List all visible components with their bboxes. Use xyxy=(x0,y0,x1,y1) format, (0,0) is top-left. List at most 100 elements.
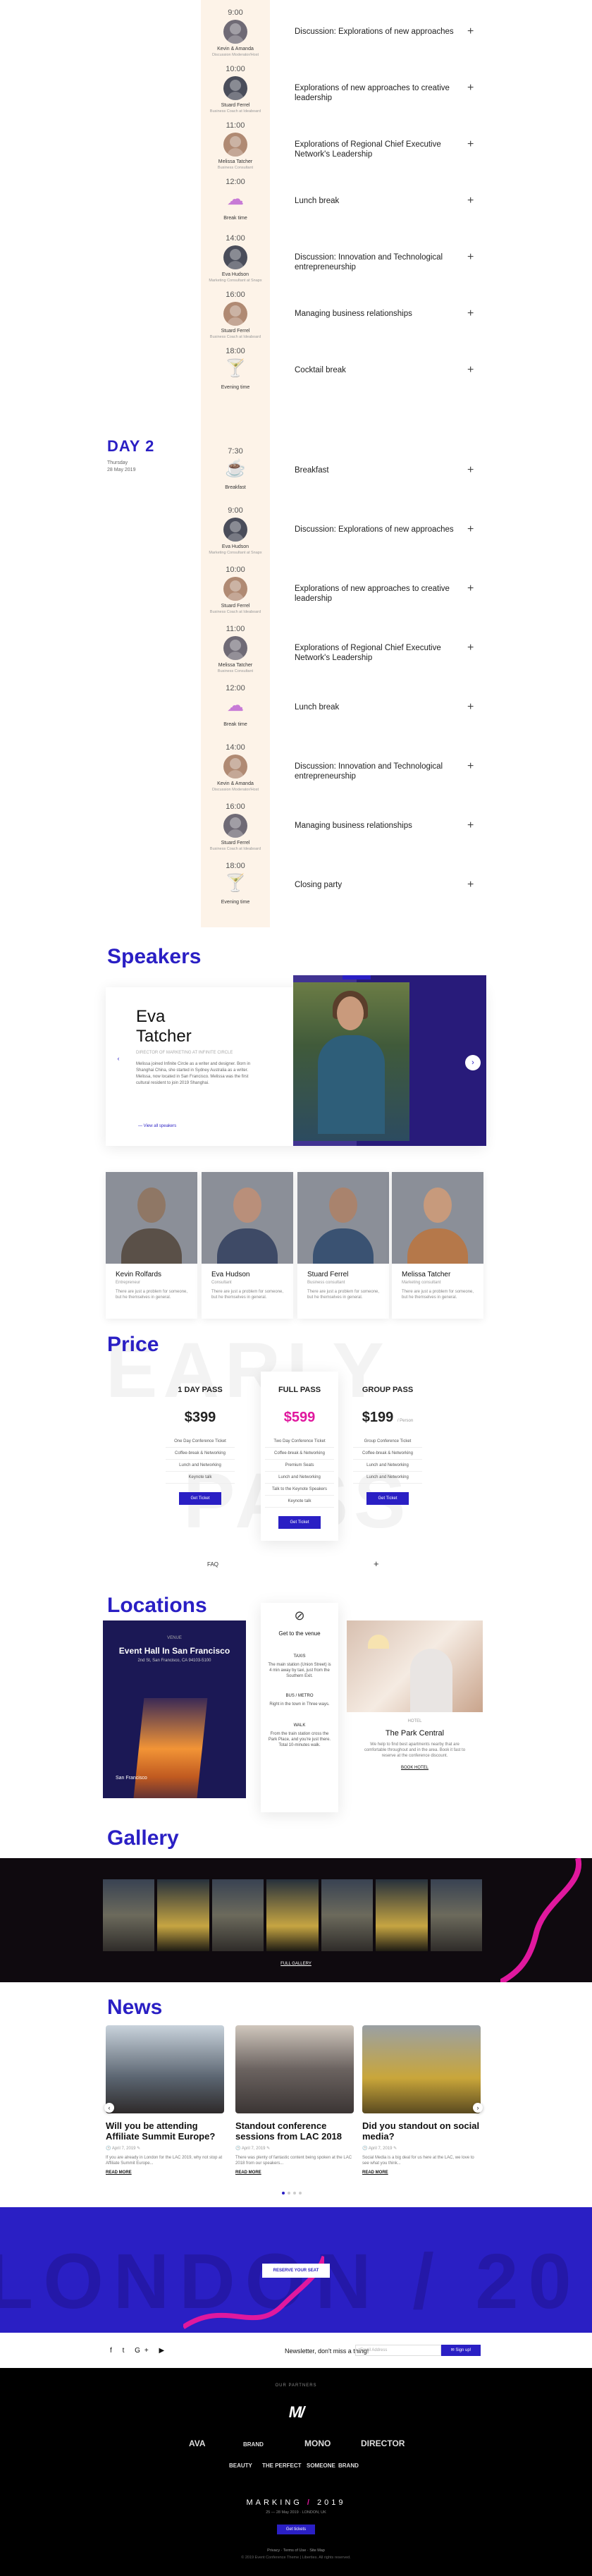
session-title[interactable]: Explorations of Regional Chief Executive… xyxy=(295,140,471,159)
gallery-strip[interactable] xyxy=(103,1879,482,1951)
news-prev-arrow-icon[interactable]: ‹ xyxy=(104,2103,114,2113)
schedule-row[interactable]: 12:00 ☁ Break time Lunch break + xyxy=(0,681,592,738)
expand-plus-icon[interactable]: + xyxy=(467,464,474,477)
schedule-row[interactable]: 16:00 Stuard Ferrel Business Coach at Idea… xyxy=(0,288,592,344)
expand-plus-icon[interactable]: + xyxy=(467,879,474,891)
news-title[interactable]: Did you standout on social media? xyxy=(362,2120,481,2142)
reserve-seat-button[interactable]: RESERVE YOUR SEAT xyxy=(262,2264,330,2278)
session-title[interactable]: Discussion: Explorations of new approach… xyxy=(295,525,471,535)
news-pagination[interactable] xyxy=(282,2192,302,2195)
news-image[interactable] xyxy=(362,2025,481,2113)
pagination-dot[interactable] xyxy=(282,2192,285,2195)
gallery-image[interactable] xyxy=(376,1879,428,1951)
session-title[interactable]: Discussion: Explorations of new approach… xyxy=(295,27,471,37)
news-card[interactable]: Will you be attending Affiliate Summit E… xyxy=(106,2025,224,2175)
gallery-image[interactable] xyxy=(430,1879,482,1951)
read-more-link[interactable]: READ MORE xyxy=(106,2171,224,2175)
session-title[interactable]: Explorations of new approaches to creati… xyxy=(295,83,471,103)
expand-plus-icon[interactable]: + xyxy=(467,138,474,151)
schedule-row[interactable]: 10:00 Stuard Ferrel Business Coach at Idea… xyxy=(0,563,592,619)
schedule-row[interactable]: 9:00 Eva Hudson Marketing Consultant at Sn… xyxy=(0,503,592,560)
gallery-image[interactable] xyxy=(266,1879,319,1951)
schedule-row[interactable]: 18:00 🍸 Evening time Cocktail break + xyxy=(0,344,592,401)
news-title[interactable]: Standout conference sessions from LAC 20… xyxy=(235,2120,354,2142)
footer-links[interactable]: Privacy · Terms of Use · Site Map xyxy=(0,2548,592,2553)
newsletter-bar: f t G+ ▶ Newsletter, don't miss a thing!… xyxy=(0,2333,592,2368)
session-title[interactable]: Cocktail break xyxy=(295,365,471,375)
session-title[interactable]: Discussion: Innovation and Technological… xyxy=(295,762,471,781)
expand-plus-icon[interactable]: + xyxy=(467,364,474,377)
expand-plus-icon[interactable]: + xyxy=(467,760,474,773)
schedule-row[interactable]: 10:00 Stuard Ferrel Business Coach at Idea… xyxy=(0,62,592,118)
faq-label[interactable]: FAQ xyxy=(207,1561,218,1568)
expand-plus-icon[interactable]: + xyxy=(467,25,474,38)
schedule-row[interactable]: 14:00 Kevin & Amanda Discussion Moderator/… xyxy=(0,740,592,797)
signup-button[interactable]: ✉ Sign up! xyxy=(441,2345,481,2356)
session-title[interactable]: Lunch break xyxy=(295,196,471,206)
schedule-row[interactable]: 16:00 Stuard Ferrel Business Coach at Idea… xyxy=(0,800,592,856)
news-card[interactable]: Did you standout on social media? 🕒 April… xyxy=(362,2025,481,2175)
schedule-row[interactable]: 14:00 Eva Hudson Marketing Consultant at S… xyxy=(0,231,592,288)
full-gallery-link[interactable]: FULL GALLERY xyxy=(0,1962,592,1966)
news-card[interactable]: Standout conference sessions from LAC 20… xyxy=(235,2025,354,2175)
expand-plus-icon[interactable]: + xyxy=(467,523,474,536)
expand-plus-icon[interactable]: + xyxy=(467,307,474,320)
expand-plus-icon[interactable]: + xyxy=(467,251,474,264)
read-more-link[interactable]: READ MORE xyxy=(362,2171,481,2175)
session-title[interactable]: Explorations of new approaches to creati… xyxy=(295,584,471,604)
google-plus-icon[interactable]: G+ xyxy=(135,2347,153,2355)
book-hotel-link[interactable]: BOOK HOTEL xyxy=(347,1766,483,1770)
session-title[interactable]: Managing business relationships xyxy=(295,309,471,319)
schedule-row[interactable]: 11:00 Melissa Tatcher Business Consultant E… xyxy=(0,118,592,175)
speaker-card[interactable]: Eva Hudson Consultant There are just a pro… xyxy=(202,1172,293,1319)
pagination-dot[interactable] xyxy=(288,2192,290,2195)
pagination-dot[interactable] xyxy=(293,2192,296,2195)
gallery-image[interactable] xyxy=(211,1879,264,1951)
session-title[interactable]: Explorations of Regional Chief Executive… xyxy=(295,643,471,663)
schedule-row[interactable]: 7:30 ☕ Breakfast Breakfast + xyxy=(0,444,592,501)
expand-plus-icon[interactable]: + xyxy=(467,195,474,207)
footer-tickets-button[interactable]: Get tickets xyxy=(277,2525,315,2534)
locations-heading: Locations xyxy=(107,1594,207,1617)
get-ticket-button[interactable]: Get Ticket xyxy=(366,1492,409,1505)
speaker-prev-arrow-icon[interactable]: ‹ xyxy=(113,1054,123,1063)
schedule-row[interactable]: 18:00 🍸 Evening time Closing party + xyxy=(0,859,592,915)
session-title[interactable]: Breakfast xyxy=(295,465,471,475)
gallery-image[interactable] xyxy=(157,1879,209,1951)
schedule-row[interactable]: 11:00 Melissa Tatcher Business Consultant E… xyxy=(0,622,592,678)
session-title[interactable]: Lunch break xyxy=(295,702,471,712)
expand-plus-icon[interactable]: + xyxy=(467,701,474,714)
read-more-link[interactable]: READ MORE xyxy=(235,2171,354,2175)
get-ticket-button[interactable]: Get Ticket xyxy=(278,1516,321,1529)
avatar xyxy=(223,755,247,779)
speaker-card[interactable]: Stuard Ferrel Business consultant There ar… xyxy=(297,1172,389,1319)
news-title[interactable]: Will you be attending Affiliate Summit E… xyxy=(106,2120,224,2142)
twitter-icon[interactable]: t xyxy=(123,2347,129,2355)
gallery-image[interactable] xyxy=(321,1879,374,1951)
schedule-row[interactable]: 9:00 Kevin & Amanda Discussion Moderator/H… xyxy=(0,6,592,62)
email-input[interactable]: Email Address xyxy=(355,2345,441,2356)
facebook-icon[interactable]: f xyxy=(110,2347,116,2355)
speaker-next-arrow-icon[interactable]: › xyxy=(465,1055,481,1070)
expand-plus-icon[interactable]: + xyxy=(467,819,474,832)
expand-plus-icon[interactable]: + xyxy=(467,642,474,654)
pagination-dot[interactable] xyxy=(299,2192,302,2195)
featured-speaker-role: DIRECTOR OF MARKETING AT INFINITE CIRCLE xyxy=(136,1051,233,1055)
news-image[interactable] xyxy=(235,2025,354,2113)
speaker-card[interactable]: Melissa Tatcher Marketing consultant There… xyxy=(392,1172,483,1319)
session-title[interactable]: Closing party xyxy=(295,880,471,890)
news-next-arrow-icon[interactable]: › xyxy=(473,2103,483,2113)
session-title[interactable]: Discussion: Innovation and Technological… xyxy=(295,252,471,272)
gallery-image[interactable] xyxy=(103,1879,155,1951)
expand-plus-icon[interactable]: + xyxy=(467,582,474,595)
expand-plus-icon[interactable]: + xyxy=(467,82,474,94)
get-ticket-button[interactable]: Get Ticket xyxy=(179,1492,221,1505)
schedule-row[interactable]: 12:00 ☁ Break time Lunch break + xyxy=(0,175,592,231)
session-title[interactable]: Managing business relationships xyxy=(295,821,471,831)
youtube-icon[interactable]: ▶ xyxy=(159,2347,169,2355)
faq-plus-icon[interactable]: + xyxy=(374,1558,379,1569)
view-all-speakers-link[interactable]: View all speakers xyxy=(138,1124,177,1128)
speaker-card[interactable]: Kevin Rolfards Entrepreneur There are just… xyxy=(106,1172,197,1319)
speaker-role: Discussion Moderator/Host xyxy=(211,53,259,57)
news-image[interactable] xyxy=(106,2025,224,2113)
